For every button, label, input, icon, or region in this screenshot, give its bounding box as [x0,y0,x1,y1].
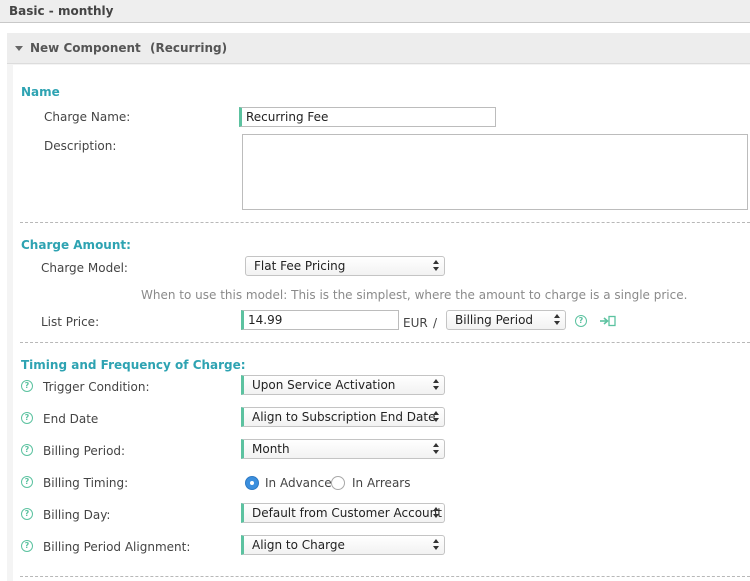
select-arrows-icon [433,443,440,455]
price-period-value: Billing Period [455,313,534,327]
select-arrows-icon [433,379,440,391]
billing-period-alignment-value: Align to Charge [252,538,345,552]
help-icon[interactable]: ? [21,444,33,456]
help-icon[interactable]: ? [575,315,587,327]
charge-name-input[interactable]: Recurring Fee [239,107,496,127]
billing-day-value: Default from Customer Account [252,506,442,520]
description-label: Description: [44,139,117,153]
billing-period-alignment-select[interactable]: Align to Charge [241,535,445,555]
billing-day-select[interactable]: Default from Customer Account [241,503,445,523]
help-icon[interactable]: ? [21,412,33,424]
description-textarea[interactable] [242,134,748,210]
charge-name-label: Charge Name: [44,110,131,124]
copy-to-field-icon[interactable] [599,315,616,327]
select-arrows-icon [433,260,440,272]
billing-timing-label: Billing Timing: [43,476,129,490]
price-period-select[interactable]: Billing Period [446,310,566,330]
trigger-condition-select[interactable]: Upon Service Activation [241,375,445,395]
select-arrows-icon [433,539,440,551]
list-price-input[interactable]: 14.99 [241,310,399,330]
select-arrows-icon [433,507,440,519]
trigger-condition-label: Trigger Condition: [43,380,150,394]
select-arrows-icon [554,314,561,326]
help-icon[interactable]: ? [21,540,33,552]
section-divider [20,576,750,577]
section-title-timing: Timing and Frequency of Charge: [21,358,246,372]
currency-label: EUR [403,316,428,330]
price-separator: / [433,316,438,330]
help-icon[interactable]: ? [21,508,33,520]
in-arrears-radio[interactable] [331,476,345,490]
select-arrows-icon [433,411,440,423]
billing-period-value: Month [252,442,290,456]
trigger-condition-value: Upon Service Activation [252,378,396,392]
plan-header: Basic - monthly [0,0,750,23]
section-divider [20,222,750,223]
list-price-label: List Price: [41,315,100,329]
section-title-charge-amount: Charge Amount: [21,238,131,252]
end-date-select[interactable]: Align to Subscription End Date [241,407,445,427]
charge-model-select[interactable]: Flat Fee Pricing [245,256,445,276]
section-divider [20,342,750,343]
help-icon[interactable]: ? [21,476,33,488]
billing-period-label: Billing Period: [43,444,126,458]
component-type: (Recurring) [150,41,228,55]
section-title-name: Name [21,85,60,99]
billing-day-label: Billing Day: [43,508,111,522]
end-date-value: Align to Subscription End Date [252,410,436,424]
component-header[interactable]: New Component (Recurring) [7,33,750,64]
charge-model-hint: When to use this model: This is the simp… [141,288,688,302]
in-advance-label[interactable]: In Advance [265,476,332,490]
in-arrears-label[interactable]: In Arrears [352,476,410,490]
billing-period-select[interactable]: Month [241,439,445,459]
component-title: New Component [30,41,141,55]
in-advance-radio[interactable] [245,476,259,490]
billing-period-alignment-label: Billing Period Alignment: [43,540,191,554]
help-icon[interactable]: ? [21,380,33,392]
charge-model-value: Flat Fee Pricing [254,259,346,273]
end-date-label: End Date [43,412,99,426]
charge-model-label: Charge Model: [41,261,128,275]
plan-title: Basic - monthly [9,4,114,18]
collapse-arrow-icon[interactable] [15,46,23,51]
